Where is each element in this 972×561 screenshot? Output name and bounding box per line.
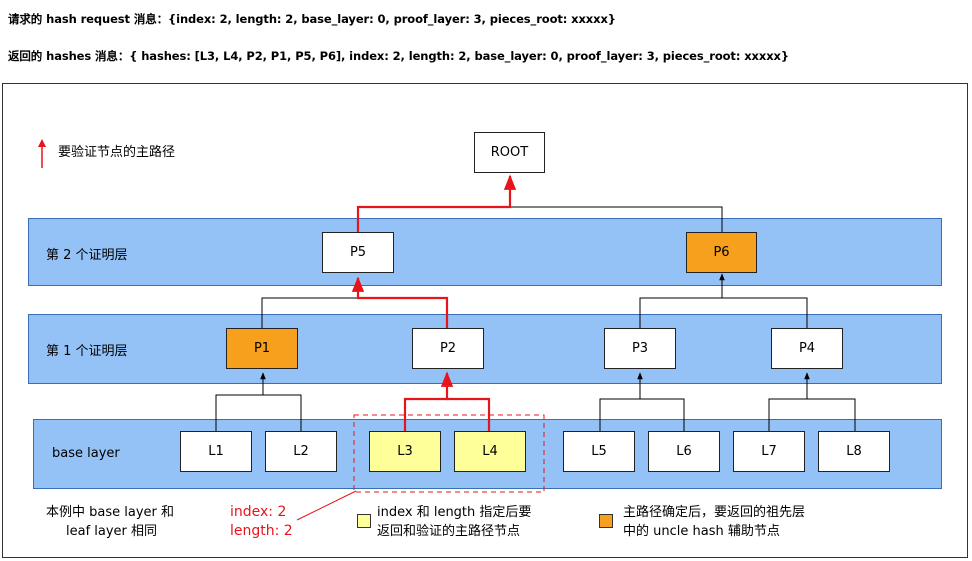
same-layer-note-line1: 本例中 base layer 和 xyxy=(46,505,175,520)
wire-l5-p3 xyxy=(599,372,643,431)
uncle-nodes-swatch xyxy=(599,514,613,528)
uncle-nodes-legend-line2: 中的 uncle hash 辅助节点 xyxy=(623,524,780,539)
wire-l6-p3 xyxy=(640,398,685,431)
tree-connectors xyxy=(215,174,856,521)
main-wire-l3-p2 xyxy=(403,371,454,431)
node-p1: P1 xyxy=(226,328,298,369)
main-wire-p2-p5 xyxy=(351,276,449,328)
wire-p6-root xyxy=(510,206,723,232)
node-l7: L7 xyxy=(733,431,805,472)
node-p4: P4 xyxy=(771,328,843,369)
wire-l2-p1 xyxy=(263,394,302,431)
node-p5: P5 xyxy=(322,232,394,273)
node-l8: L8 xyxy=(818,431,890,472)
node-p6: P6 xyxy=(686,232,757,273)
wire-l8-p4 xyxy=(807,398,856,431)
node-l4: L4 xyxy=(454,431,526,472)
node-p2: P2 xyxy=(412,328,484,369)
selected-nodes-legend-line1: index 和 length 指定后要 xyxy=(377,505,532,520)
root-node: ROOT xyxy=(474,132,545,173)
wire-l7-p4 xyxy=(768,372,810,431)
node-l5: L5 xyxy=(563,431,635,472)
node-l6: L6 xyxy=(648,431,720,472)
length-note: length: 2 xyxy=(230,523,293,539)
index-length-pointer xyxy=(296,490,357,521)
wire-l1-p1 xyxy=(215,372,266,431)
uncle-nodes-legend-line1: 主路径确定后，要返回的祖先层 xyxy=(623,505,806,520)
same-layer-note-line2: leaf layer 相同 xyxy=(66,524,158,539)
node-p3: P3 xyxy=(604,328,676,369)
wire-p3-p6 xyxy=(639,273,725,328)
selected-nodes-swatch xyxy=(357,514,371,528)
index-note: index: 2 xyxy=(230,504,287,520)
node-l1: L1 xyxy=(180,431,252,472)
wire-p1-p5 xyxy=(261,297,358,328)
node-l2: L2 xyxy=(265,431,337,472)
node-l3: L3 xyxy=(369,431,441,472)
selected-nodes-legend-line2: 返回和验证的主路径节点 xyxy=(377,524,521,539)
main-wire-p5-root xyxy=(356,174,517,232)
wire-p4-p6 xyxy=(722,297,808,328)
